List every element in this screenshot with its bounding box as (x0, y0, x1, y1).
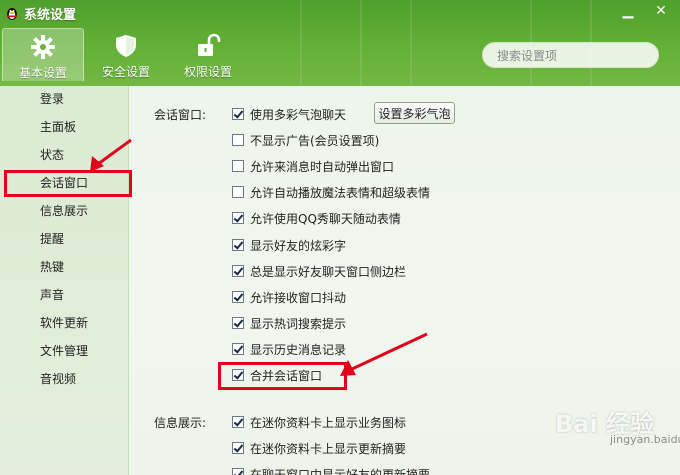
option-show-chat-sidebar[interactable]: 总是显示好友聊天窗口侧边栏 (232, 263, 406, 279)
close-button[interactable]: ✕ (650, 2, 672, 20)
checkbox[interactable] (232, 468, 244, 475)
header-bar: 系统设置 ▁ ✕ 基本设置 安全设置 权限设置 搜索设置项 (0, 0, 680, 86)
option-label: 显示好友的炫彩字 (250, 238, 347, 253)
sidebar-item-file-management[interactable]: 文件管理 (40, 342, 88, 360)
option-autoplay-magic-emoji[interactable]: 允许自动播放魔法表情和超级表情 (232, 184, 430, 200)
section-label-info: 信息展示: (154, 416, 207, 430)
title-row: 系统设置 (4, 2, 76, 24)
sidebar-item-login[interactable]: 登录 (40, 90, 64, 108)
checkbox[interactable] (232, 442, 244, 454)
highlight-box-sidebar (4, 170, 132, 197)
set-color-bubble-button[interactable]: 设置多彩气泡 (374, 102, 455, 124)
option-show-colorful-text[interactable]: 显示好友的炫彩字 (232, 237, 346, 253)
option-label: 显示历史消息记录 (250, 342, 347, 357)
option-chat-window-update-summary[interactable]: 在聊天窗口中显示好友的更新摘要 (232, 466, 430, 475)
sidebar-item-sound[interactable]: 声音 (40, 286, 64, 304)
option-label: 在迷你资料卡上显示更新摘要 (250, 441, 407, 456)
option-label: 不显示广告(会员设置项) (250, 133, 380, 148)
checkbox[interactable] (232, 134, 244, 146)
option-qq-show-emoji[interactable]: 允许使用QQ秀聊天随动表情 (232, 210, 401, 226)
checkbox[interactable] (232, 343, 244, 355)
option-hot-word-search[interactable]: 显示热词搜索提示 (232, 315, 346, 331)
option-hide-ads[interactable]: 不显示广告(会员设置项) (232, 132, 379, 148)
sidebar-item-main-panel[interactable]: 主面板 (40, 118, 76, 136)
shield-icon (116, 35, 136, 57)
option-label: 在聊天窗口中显示好友的更新摘要 (250, 467, 431, 475)
minimize-button[interactable]: ▁ (617, 2, 639, 20)
gear-icon (31, 35, 55, 59)
sidebar-item-reminder[interactable]: 提醒 (40, 230, 64, 248)
checkbox[interactable] (232, 416, 244, 428)
sidebar: 登录 主面板 状态 会话窗口 信息展示 提醒 热键 声音 软件更新 文件管理 音… (0, 86, 129, 475)
checkbox[interactable] (232, 212, 244, 224)
sidebar-item-audio-video[interactable]: 音视频 (40, 370, 76, 388)
watermark-url: jingyan.baidu.com (610, 433, 680, 446)
search-box (482, 42, 659, 68)
option-multicolor-bubble[interactable]: 使用多彩气泡聊天 (232, 106, 346, 122)
option-label: 允许来消息时自动弹出窗口 (250, 159, 395, 174)
option-mini-card-business-icon[interactable]: 在迷你资料卡上显示业务图标 (232, 414, 406, 430)
decor (410, 0, 412, 86)
checkbox[interactable] (232, 239, 244, 251)
checkbox[interactable] (232, 291, 244, 303)
checkbox[interactable] (232, 186, 244, 198)
decor (300, 0, 302, 86)
qq-penguin-icon (7, 8, 17, 20)
sidebar-item-software-update[interactable]: 软件更新 (40, 314, 88, 332)
sidebar-item-status[interactable]: 状态 (40, 146, 64, 164)
highlight-box-merge-option (218, 362, 347, 390)
option-label: 总是显示好友聊天窗口侧边栏 (250, 264, 407, 279)
tab-label: 安全设置 (101, 65, 150, 79)
tab-permission-settings[interactable]: 权限设置 (168, 28, 248, 80)
tab-security-settings[interactable]: 安全设置 (86, 28, 166, 80)
section-label-session: 会话窗口: (154, 108, 207, 122)
checkbox[interactable] (232, 265, 244, 277)
search-input[interactable] (495, 46, 654, 65)
option-label: 允许接收窗口抖动 (250, 290, 347, 305)
option-mini-card-update-summary[interactable]: 在迷你资料卡上显示更新摘要 (232, 440, 406, 456)
checkbox[interactable] (232, 108, 244, 120)
tab-basic-settings[interactable]: 基本设置 (2, 28, 84, 81)
window-title: 系统设置 (24, 7, 77, 23)
sidebar-item-info-display[interactable]: 信息展示 (40, 202, 88, 220)
decor (360, 0, 362, 86)
checkbox[interactable] (232, 317, 244, 329)
tab-label: 基本设置 (18, 66, 67, 80)
option-label: 显示热词搜索提示 (250, 316, 347, 331)
checkbox[interactable] (232, 160, 244, 172)
option-auto-popup-window[interactable]: 允许来消息时自动弹出窗口 (232, 158, 394, 174)
option-label: 使用多彩气泡聊天 (250, 107, 347, 122)
option-label: 允许使用QQ秀聊天随动表情 (250, 211, 401, 226)
tab-label: 权限设置 (183, 65, 232, 79)
option-label: 在迷你资料卡上显示业务图标 (250, 415, 407, 430)
option-show-history[interactable]: 显示历史消息记录 (232, 341, 346, 357)
sidebar-item-hotkeys[interactable]: 热键 (40, 258, 64, 276)
lock-icon (198, 33, 221, 56)
option-label: 允许自动播放魔法表情和超级表情 (250, 185, 431, 200)
option-allow-window-shake[interactable]: 允许接收窗口抖动 (232, 289, 346, 305)
